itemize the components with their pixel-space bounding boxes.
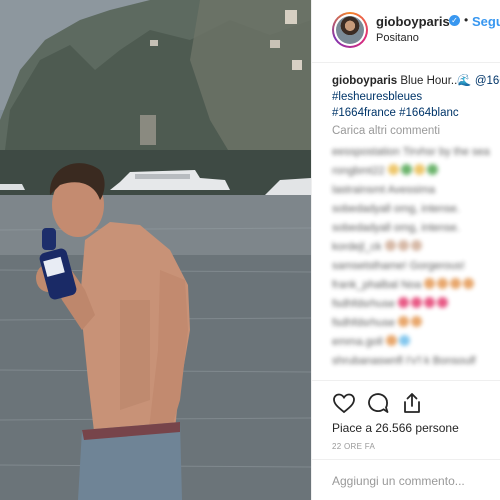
emoji-icon: [424, 297, 436, 308]
caption-hashtags-2: #1664france #1664blanc: [332, 105, 500, 121]
comment-item: kordejl_ck: [332, 238, 500, 257]
caption-username[interactable]: gioboyparis: [332, 75, 397, 87]
post-header: gioboyparis ✓ • Segui Positano: [312, 0, 500, 63]
comment-item: sobedadyall omg, intense.: [332, 222, 460, 234]
emoji-icon: [384, 240, 396, 251]
emoji-icon: [398, 316, 410, 327]
emoji-icon: [437, 297, 449, 308]
comment-text: emma.goll: [332, 336, 383, 348]
emoji-icon: [410, 240, 422, 251]
emoji-icon: [398, 297, 410, 308]
comment-text: kordejl_ck: [332, 241, 382, 253]
comment-text: fsdhfdsrhuse: [332, 298, 395, 310]
post-timestamp[interactable]: 22 ORE FA: [332, 442, 375, 451]
comment-text: fsdhfdsrhuse: [332, 317, 395, 329]
comment-item: lastrainsmt Avessima: [332, 184, 436, 196]
emoji-icon: [411, 297, 423, 308]
follow-button[interactable]: Segui: [472, 14, 500, 29]
comment-item: fsdhfdsrhuse: [332, 295, 500, 314]
comment-text: frank_phalbal Noa: [332, 279, 422, 291]
comment-item: emma.goll: [332, 333, 500, 352]
hashtag-1664[interactable]: #1664france #1664blanc: [332, 107, 459, 119]
caption-hashtags-1: #lesheuresbleues: [332, 89, 500, 105]
share-icon[interactable]: [400, 391, 424, 415]
comment-input[interactable]: [332, 472, 492, 490]
emoji-icon: [398, 335, 410, 346]
post-side-panel: gioboyparis ✓ • Segui Positano gioboypar…: [311, 0, 500, 500]
emoji-icon: [450, 278, 462, 289]
load-more-comments-button[interactable]: Carica altri commenti: [332, 125, 500, 137]
caption-text: Blue Hour..🌊: [400, 75, 472, 87]
comment-item: shrubanaswnfl I'v'l k Bonsoulf: [332, 355, 476, 367]
emoji-icon: [411, 316, 423, 327]
emoji-icon: [437, 278, 449, 289]
post-actions: Piace a 26.566 persone 22 ORE FA: [312, 380, 500, 500]
comment-item: fsdhfdsrhuse: [332, 314, 500, 333]
likes-count[interactable]: Piace a 26.566 persone: [332, 421, 459, 435]
emoji-icon: [463, 278, 475, 289]
comments-list: gioboyparis Blue Hour..🌊 @1664 #lesheure…: [332, 73, 500, 371]
post-caption: gioboyparis Blue Hour..🌊 @1664: [332, 73, 500, 89]
comment-icon[interactable]: [366, 391, 390, 415]
verified-badge-icon: ✓: [449, 15, 460, 26]
comment-item: frank_phalbal Noa: [332, 276, 500, 295]
hashtag-lesheuresbleues[interactable]: #lesheuresbleues: [332, 91, 422, 103]
post-photo: [0, 0, 311, 500]
emoji-icon: [426, 164, 438, 175]
emoji-icon: [397, 240, 409, 251]
avatar-image: [336, 16, 364, 44]
avatar-ring: [334, 14, 366, 46]
comment-item: samsetsthame! Gorgerous!: [332, 260, 465, 272]
separator-dot: •: [464, 13, 469, 27]
heart-icon[interactable]: [332, 391, 356, 415]
emoji-icon: [387, 164, 399, 175]
caption-mention[interactable]: @1664: [475, 75, 500, 87]
avatar[interactable]: [332, 12, 368, 48]
photo-scene: [0, 0, 311, 500]
emoji-icon: [424, 278, 436, 289]
location-link[interactable]: Positano: [376, 32, 419, 44]
add-comment-section: [312, 459, 500, 500]
comment-item: rongbmt22: [332, 162, 500, 181]
emoji-icon: [413, 164, 425, 175]
comment-item: eesspostation Tirvhsr by the sea: [332, 146, 490, 158]
comment-text: rongbmt22: [332, 165, 385, 177]
emoji-icon: [400, 164, 412, 175]
username-link[interactable]: gioboyparis: [376, 14, 450, 29]
comment-item: sobedadyall omg, intense.: [332, 203, 460, 215]
emoji-icon: [385, 335, 397, 346]
